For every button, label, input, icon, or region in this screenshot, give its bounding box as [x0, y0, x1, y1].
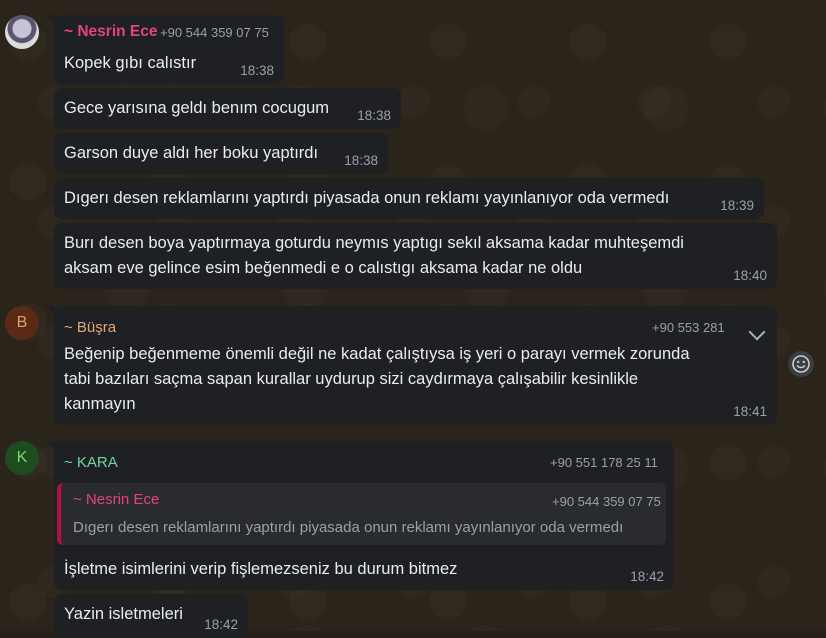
quote-text: Dıgerı desen reklamlarını yaptırdı piyas…: [73, 519, 624, 536]
message-text-line: aksam eve gelince esim beğenmedi e o cal…: [64, 259, 583, 277]
message-bubble[interactable]: Dıgerı desen reklamlarını yaptırdı piyas…: [54, 178, 764, 219]
message-time: 18:42: [204, 617, 238, 632]
message-text: Yazin isletmeleri: [64, 605, 183, 623]
message-bubble[interactable]: Gece yarısına geldı benım cocugum 18:38: [54, 88, 401, 129]
avatar-kara[interactable]: K: [5, 441, 39, 475]
message-text: Dıgerı desen reklamlarını yaptırdı piyas…: [64, 189, 670, 207]
message-text-line: Burı desen boya yaptırmaya goturdu neymı…: [64, 234, 684, 252]
message-text-line: kanmayın: [64, 395, 136, 413]
quote-sender: ~ Nesrin Ece: [73, 491, 160, 508]
sender-name[interactable]: ~ KARA: [64, 454, 118, 471]
message-text-line: tabi bazıları saçma sapan kurallar uydur…: [64, 370, 639, 388]
message-bubble[interactable]: Yazin isletmeleri 18:42: [54, 594, 248, 638]
message-bubble[interactable]: ~ Büşra +90 553 281 Beğenip beğenmeme ön…: [46, 306, 777, 425]
emoji-icon[interactable]: [788, 351, 814, 377]
message-time: 18:38: [240, 63, 274, 78]
avatar-nesrin-ece[interactable]: [5, 15, 39, 49]
sender-name[interactable]: ~ Büşra: [64, 319, 116, 336]
quoted-message[interactable]: ~ Nesrin Ece +90 544 359 07 75 Dıgerı de…: [57, 483, 666, 545]
message-time: 18:41: [733, 404, 767, 419]
message-bubble[interactable]: Burı desen boya yaptırmaya goturdu neymı…: [54, 223, 777, 289]
message-text: İşletme isimlerini verip fişlemezseniz b…: [64, 560, 458, 578]
message-bubble[interactable]: ~ KARA +90 551 178 25 11 ~ Nesrin Ece +9…: [46, 441, 674, 590]
message-bubble[interactable]: ~ Nesrin Ece +90 544 359 07 75 Kopek gıb…: [46, 15, 284, 84]
message-time: 18:42: [630, 569, 664, 584]
message-time: 18:38: [357, 108, 391, 123]
chevron-down-icon[interactable]: [748, 323, 766, 341]
message-text: Gece yarısına geldı benım cocugum: [64, 99, 330, 117]
message-time: 18:40: [733, 268, 767, 283]
sender-phone: +90 553 281: [652, 320, 725, 335]
message-text: Kopek gıbı calıstır: [64, 54, 197, 72]
message-time: 18:38: [344, 153, 378, 168]
message-time: 18:39: [720, 198, 754, 213]
sender-phone: +90 544 359 07 75: [160, 25, 269, 40]
avatar-busra[interactable]: B: [5, 306, 39, 340]
message-text-line: Beğenip beğenmeme önemli değil ne kadat …: [64, 345, 690, 363]
message-text: Garson duye aldı her boku yaptırdı: [64, 144, 319, 162]
sender-name[interactable]: ~ Nesrin Ece: [64, 23, 157, 41]
sender-phone: +90 551 178 25 11: [550, 455, 658, 470]
message-bubble[interactable]: Garson duye aldı her boku yaptırdı 18:38: [54, 133, 388, 174]
quote-phone: +90 544 359 07 75: [552, 494, 661, 509]
